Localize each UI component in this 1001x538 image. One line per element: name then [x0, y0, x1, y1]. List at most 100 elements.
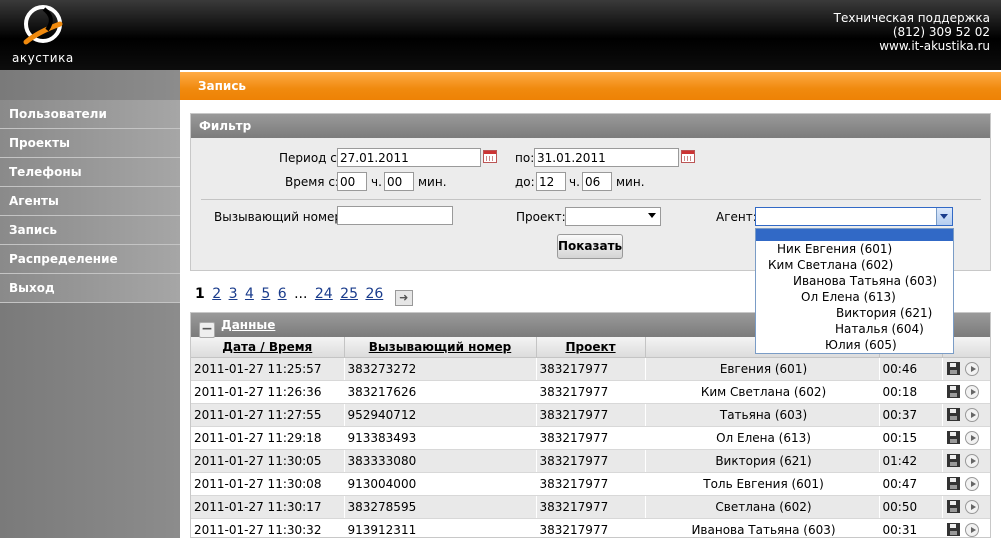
records-table: Дата / Время Вызывающий номер Проект А 2…	[191, 337, 990, 537]
logo[interactable]: акустика	[10, 4, 76, 66]
time-to-minutes-input[interactable]	[582, 172, 612, 191]
cell-project: 383217977	[536, 518, 646, 537]
cell-caller: 913912311	[344, 518, 537, 537]
cell-caller: 383273272	[344, 357, 537, 381]
cell-duration: 00:50	[879, 495, 943, 519]
cell-actions	[942, 403, 990, 427]
floppy-disk-icon[interactable]	[946, 407, 960, 421]
floppy-disk-icon[interactable]	[946, 476, 960, 490]
cell-agent: Виктория (621)	[645, 449, 880, 473]
period-from-input[interactable]	[337, 148, 481, 167]
floppy-disk-icon[interactable]	[946, 384, 960, 398]
column-header-project[interactable]: Проект	[536, 337, 646, 358]
sidebar-item-distribution[interactable]: Распределение	[0, 245, 180, 274]
sidebar-item-users[interactable]: Пользователи	[0, 100, 180, 129]
table-row[interactable]: 2011-01-27 11:30:05 383333080 383217977 Вик…	[191, 449, 990, 473]
sidebar-item-phones[interactable]: Телефоны	[0, 158, 180, 187]
page-link[interactable]: 26	[365, 286, 383, 302]
calendar-icon[interactable]	[681, 150, 695, 163]
time-from-hours-input[interactable]	[337, 172, 367, 191]
table-row[interactable]: 2011-01-27 11:30:32 913912311 383217977 Ива…	[191, 518, 990, 537]
play-icon[interactable]	[964, 522, 979, 537]
cell-duration: 00:46	[879, 357, 943, 381]
cell-datetime: 2011-01-27 11:29:18	[191, 426, 345, 450]
time-to-label: до:	[515, 175, 535, 189]
cell-caller: 913004000	[344, 472, 537, 496]
agent-option[interactable]: Наталья (604)	[835, 322, 924, 336]
sidebar-item-projects[interactable]: Проекты	[0, 129, 180, 158]
project-label: Проект:	[516, 210, 566, 224]
sidebar-item-logout[interactable]: Выход	[0, 274, 180, 303]
period-to-input[interactable]	[534, 148, 679, 167]
agent-option[interactable]: Ник Евгения (601)	[777, 242, 892, 256]
cell-agent: Евгения (601)	[645, 357, 880, 381]
agent-option[interactable]: Иванова Татьяна (603)	[793, 274, 937, 288]
cell-agent: Иванова Татьяна (603)	[645, 518, 880, 537]
agent-option[interactable]: Ол Елена (613)	[801, 290, 896, 304]
page-link[interactable]: 2	[212, 286, 221, 302]
cell-duration: 00:37	[879, 403, 943, 427]
cell-datetime: 2011-01-27 11:26:36	[191, 380, 345, 404]
cell-actions	[942, 472, 990, 496]
table-row[interactable]: 2011-01-27 11:30:08 913004000 383217977 Тол…	[191, 472, 990, 496]
play-icon[interactable]	[964, 430, 979, 445]
agent-option[interactable]: Юлия (605)	[825, 338, 897, 352]
hours-unit-label: ч.	[569, 175, 580, 189]
cell-datetime: 2011-01-27 11:30:32	[191, 518, 345, 537]
play-icon[interactable]	[964, 476, 979, 491]
play-icon[interactable]	[964, 384, 979, 399]
play-icon[interactable]	[964, 499, 979, 514]
caller-number-label: Вызывающий номер:	[214, 210, 347, 224]
floppy-disk-icon[interactable]	[946, 361, 960, 375]
sidebar-item-agents[interactable]: Агенты	[0, 187, 180, 216]
table-row[interactable]: 2011-01-27 11:30:17 383278595 383217977 Све…	[191, 495, 990, 519]
hours-unit-label: ч.	[371, 175, 382, 189]
table-row[interactable]: 2011-01-27 11:29:18 913383493 383217977 Ол …	[191, 426, 990, 450]
agent-option[interactable]: Виктория (621)	[836, 306, 932, 320]
agent-option-highlight[interactable]	[756, 229, 953, 241]
sidebar-item-recordings[interactable]: Запись	[0, 216, 180, 245]
page-link[interactable]: 5	[261, 286, 270, 302]
column-header-caller[interactable]: Вызывающий номер	[344, 337, 537, 358]
floppy-disk-icon[interactable]	[946, 430, 960, 444]
page-link[interactable]: 24	[315, 286, 333, 302]
support-website[interactable]: www.it-akustika.ru	[834, 39, 990, 53]
table-row[interactable]: 2011-01-27 11:25:57 383273272 383217977 Евг…	[191, 357, 990, 381]
cell-project: 383217977	[536, 357, 646, 381]
chevron-down-icon	[940, 214, 948, 219]
cell-project: 383217977	[536, 495, 646, 519]
cell-duration: 00:15	[879, 426, 943, 450]
cell-datetime: 2011-01-27 11:30:08	[191, 472, 345, 496]
cell-actions	[942, 449, 990, 473]
arrow-right-icon[interactable]: ➜	[394, 290, 413, 306]
page-link[interactable]: 25	[340, 286, 358, 302]
calendar-icon[interactable]	[483, 150, 497, 163]
page-current: 1	[195, 286, 205, 302]
show-button[interactable]: Показать	[557, 234, 623, 259]
page-link[interactable]: 4	[245, 286, 254, 302]
data-panel-title[interactable]: Данные	[221, 318, 275, 332]
cell-agent: Ким Светлана (602)	[645, 380, 880, 404]
collapse-icon[interactable]: −	[199, 322, 215, 338]
floppy-disk-icon[interactable]	[946, 522, 960, 536]
agent-select[interactable]	[755, 207, 953, 226]
play-icon[interactable]	[964, 453, 979, 468]
caller-number-input[interactable]	[337, 206, 453, 225]
project-select[interactable]	[565, 207, 661, 226]
play-icon[interactable]	[964, 361, 979, 376]
table-row[interactable]: 2011-01-27 11:27:55 952940712 383217977 Тат…	[191, 403, 990, 427]
floppy-disk-icon[interactable]	[946, 499, 960, 513]
cell-datetime: 2011-01-27 11:30:05	[191, 449, 345, 473]
page-title: Запись	[180, 72, 1001, 100]
page-link[interactable]: 6	[278, 286, 287, 302]
table-row[interactable]: 2011-01-27 11:26:36 383217626 383217977 Ким…	[191, 380, 990, 404]
agent-option[interactable]: Ким Светлана (602)	[768, 258, 893, 272]
cell-caller: 383217626	[344, 380, 537, 404]
cell-agent: Ол Елена (613)	[645, 426, 880, 450]
play-icon[interactable]	[964, 407, 979, 422]
time-to-hours-input[interactable]	[536, 172, 566, 191]
floppy-disk-icon[interactable]	[946, 453, 960, 467]
page-link[interactable]: 3	[229, 286, 238, 302]
column-header-datetime[interactable]: Дата / Время	[191, 337, 345, 358]
time-from-minutes-input[interactable]	[384, 172, 414, 191]
